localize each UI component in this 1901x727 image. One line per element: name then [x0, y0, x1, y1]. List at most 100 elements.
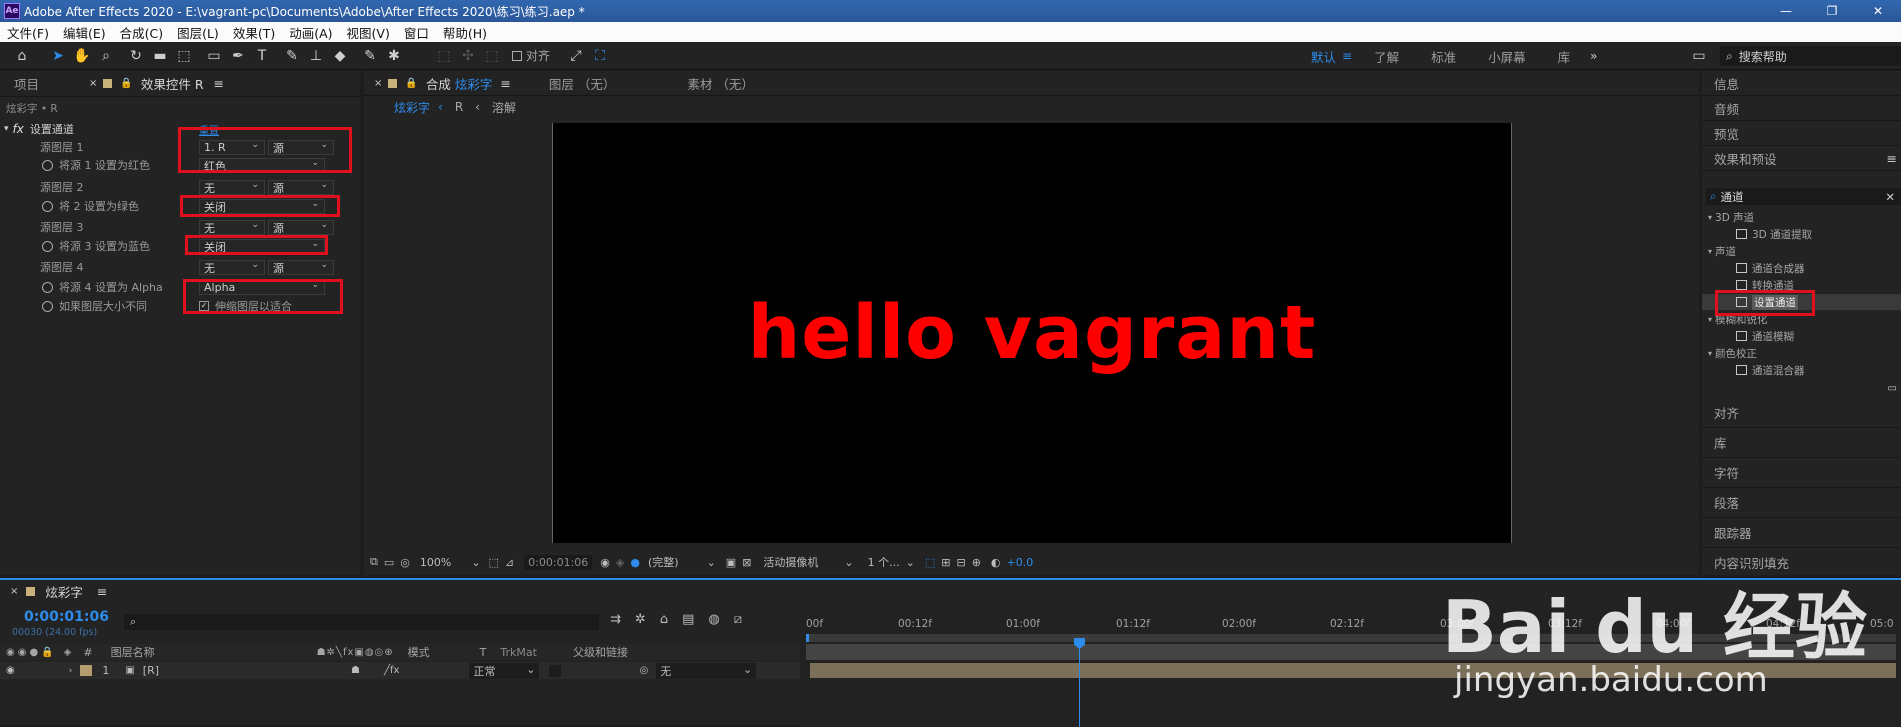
tab-project[interactable]: 项目: [14, 74, 39, 93]
source-layer-3-dropdown[interactable]: 无 ⌄: [199, 220, 265, 235]
stopwatch-icon[interactable]: [42, 300, 53, 312]
hand-tool-icon[interactable]: ✋: [70, 45, 94, 67]
graph-editor-icon[interactable]: ⧄: [734, 612, 742, 627]
camera-value[interactable]: 活动摄像机: [763, 554, 818, 570]
zoom-value[interactable]: 100%: [420, 556, 451, 569]
source-layer-2-dropdown[interactable]: 无 ⌄: [199, 180, 265, 195]
shy-switch-icon[interactable]: ☗: [351, 665, 360, 676]
clone-stamp-tool-icon[interactable]: ⊥: [304, 45, 328, 67]
stopwatch-icon[interactable]: [42, 159, 53, 171]
layer-name[interactable]: [R]: [143, 664, 159, 677]
rectangle-tool-icon[interactable]: ▭: [202, 45, 226, 67]
eraser-tool-icon[interactable]: ◆: [328, 45, 352, 67]
menu-view[interactable]: 视图(V): [340, 23, 397, 42]
stopwatch-icon[interactable]: [42, 240, 53, 252]
tree-effect[interactable]: 通道合成器: [1736, 261, 1805, 275]
solo-icon[interactable]: ●: [29, 647, 38, 658]
path-item-effect[interactable]: 溶解: [492, 99, 516, 116]
menu-composition[interactable]: 合成(C): [113, 23, 170, 42]
source-layer-2-channel-dropdown[interactable]: 源 ⌄: [268, 180, 334, 195]
panel-libraries[interactable]: 库: [1702, 428, 1901, 458]
grid-icon[interactable]: ⊟: [956, 556, 965, 569]
region-of-interest-icon[interactable]: ⬚: [489, 556, 499, 569]
layer-parent-dropdown[interactable]: 无 ⌄: [656, 662, 757, 679]
lock-icon[interactable]: 🔒: [120, 78, 132, 89]
world-axis-icon[interactable]: ✣: [456, 45, 480, 67]
workspace-learn[interactable]: 了解: [1358, 47, 1415, 66]
draft-3d-icon[interactable]: ✲: [635, 612, 646, 627]
tab-layer[interactable]: 图层 （无）: [549, 74, 615, 93]
layer-duration-bar[interactable]: [810, 663, 1896, 678]
time-ruler[interactable]: 00f 00:12f 01:00f 01:12f 02:00f 02:12f 0…: [800, 618, 1901, 632]
workspace-small-screen[interactable]: 小屏幕: [1472, 47, 1542, 66]
layer-mode-dropdown[interactable]: 正常 ⌄: [469, 662, 540, 679]
shy-layers-icon[interactable]: ⌂: [660, 612, 668, 627]
menu-effect[interactable]: 效果(T): [226, 23, 282, 42]
brush-tool-icon[interactable]: ✎: [280, 45, 304, 67]
channel-icon[interactable]: ●: [630, 556, 640, 569]
snapshot-icon[interactable]: ◉: [600, 556, 610, 569]
label-icon[interactable]: ◈: [64, 647, 72, 658]
resolution-value[interactable]: (完整): [648, 554, 679, 570]
tab-effect-controls[interactable]: 效果控件 R: [141, 74, 204, 93]
panel-align[interactable]: 对齐: [1702, 398, 1901, 428]
panel-menu-icon[interactable]: ≡: [1887, 151, 1897, 166]
video-toggle-icon[interactable]: ◉: [6, 647, 15, 658]
sync-settings-icon[interactable]: ▭: [1687, 45, 1711, 67]
fx-switch-icon[interactable]: ╱fx: [384, 665, 399, 676]
lock-icon[interactable]: 🔒: [405, 78, 417, 89]
menu-animation[interactable]: 动画(A): [282, 23, 339, 42]
timeline-current-time[interactable]: 0:00:01:06: [24, 609, 109, 625]
panel-menu-icon[interactable]: ≡: [500, 76, 510, 91]
menu-file[interactable]: 文件(F): [0, 23, 56, 42]
chevron-down-icon[interactable]: ⌄: [471, 556, 480, 569]
panel-effects-presets[interactable]: 效果和预设 ≡: [1702, 146, 1901, 171]
source-layer-3-channel-dropdown[interactable]: 源 ⌄: [268, 220, 334, 235]
menu-edit[interactable]: 编辑(E): [56, 23, 113, 42]
audio-toggle-icon[interactable]: ◉: [18, 647, 27, 658]
menu-layer[interactable]: 图层(L): [170, 23, 226, 42]
tree-effect[interactable]: 通道混合器: [1736, 363, 1805, 377]
view-axis-icon[interactable]: ⬚: [480, 45, 504, 67]
tree-folder[interactable]: ▾ 声道: [1708, 244, 1736, 258]
current-time[interactable]: 0:00:01:06: [524, 554, 593, 570]
close-button[interactable]: ✕: [1855, 0, 1901, 22]
snap-feature-icon[interactable]: ⛶: [588, 45, 612, 67]
workspace-standard[interactable]: 标准: [1415, 47, 1472, 66]
panel-audio[interactable]: 音频: [1702, 96, 1901, 121]
source-layer-4-dropdown[interactable]: 无 ⌄: [199, 260, 265, 275]
snap-edge-icon[interactable]: ⤢: [564, 45, 588, 67]
type-tool-icon[interactable]: T: [250, 45, 274, 67]
reset-exposure-icon[interactable]: ⊞: [941, 556, 950, 569]
path-item-comp[interactable]: 炫彩字: [394, 99, 430, 116]
frame-blending-icon[interactable]: ▤: [682, 612, 694, 627]
minimize-button[interactable]: —: [1763, 0, 1809, 22]
views-value[interactable]: 1 个...: [868, 554, 900, 570]
canvas-text[interactable]: hello vagrant: [748, 290, 1317, 376]
col-layer-name[interactable]: 图层名称: [111, 644, 155, 660]
snap-checkbox[interactable]: [512, 50, 522, 61]
chevron-down-icon[interactable]: ⌄: [906, 556, 915, 569]
toggle-pixel-icon[interactable]: ⬚: [925, 556, 935, 569]
panel-character[interactable]: 字符: [1702, 458, 1901, 488]
panel-paragraph[interactable]: 段落: [1702, 488, 1901, 518]
monitor-icon[interactable]: ▭: [384, 556, 394, 569]
panel-preview[interactable]: 预览: [1702, 121, 1901, 146]
tree-folder[interactable]: ▾ 颜色校正: [1708, 346, 1757, 360]
path-item-layer[interactable]: R: [455, 100, 463, 114]
local-axis-icon[interactable]: ⬚: [432, 45, 456, 67]
clear-search-icon[interactable]: ✕: [1885, 190, 1895, 204]
timeline-comp-name[interactable]: 炫彩字: [45, 582, 83, 601]
panel-content-aware-fill[interactable]: 内容识别填充: [1702, 548, 1901, 578]
time-graph[interactable]: 00f 00:12f 01:00f 01:12f 02:00f 02:12f 0…: [800, 608, 1901, 727]
pickwhip-icon[interactable]: ◎: [639, 665, 648, 676]
selection-tool-icon[interactable]: ➤: [46, 45, 70, 67]
menu-window[interactable]: 窗口: [397, 23, 436, 42]
zoom-tool-icon[interactable]: ⌕: [94, 45, 118, 67]
workspace-more-button[interactable]: »: [1590, 49, 1597, 63]
help-search[interactable]: ⌕ 搜索帮助: [1720, 46, 1901, 66]
mask-view-icon[interactable]: ◎: [400, 556, 410, 569]
menu-help[interactable]: 帮助(H): [436, 23, 494, 42]
panel-tracker[interactable]: 跟踪器: [1702, 518, 1901, 548]
fx-icon[interactable]: fx: [13, 122, 24, 136]
